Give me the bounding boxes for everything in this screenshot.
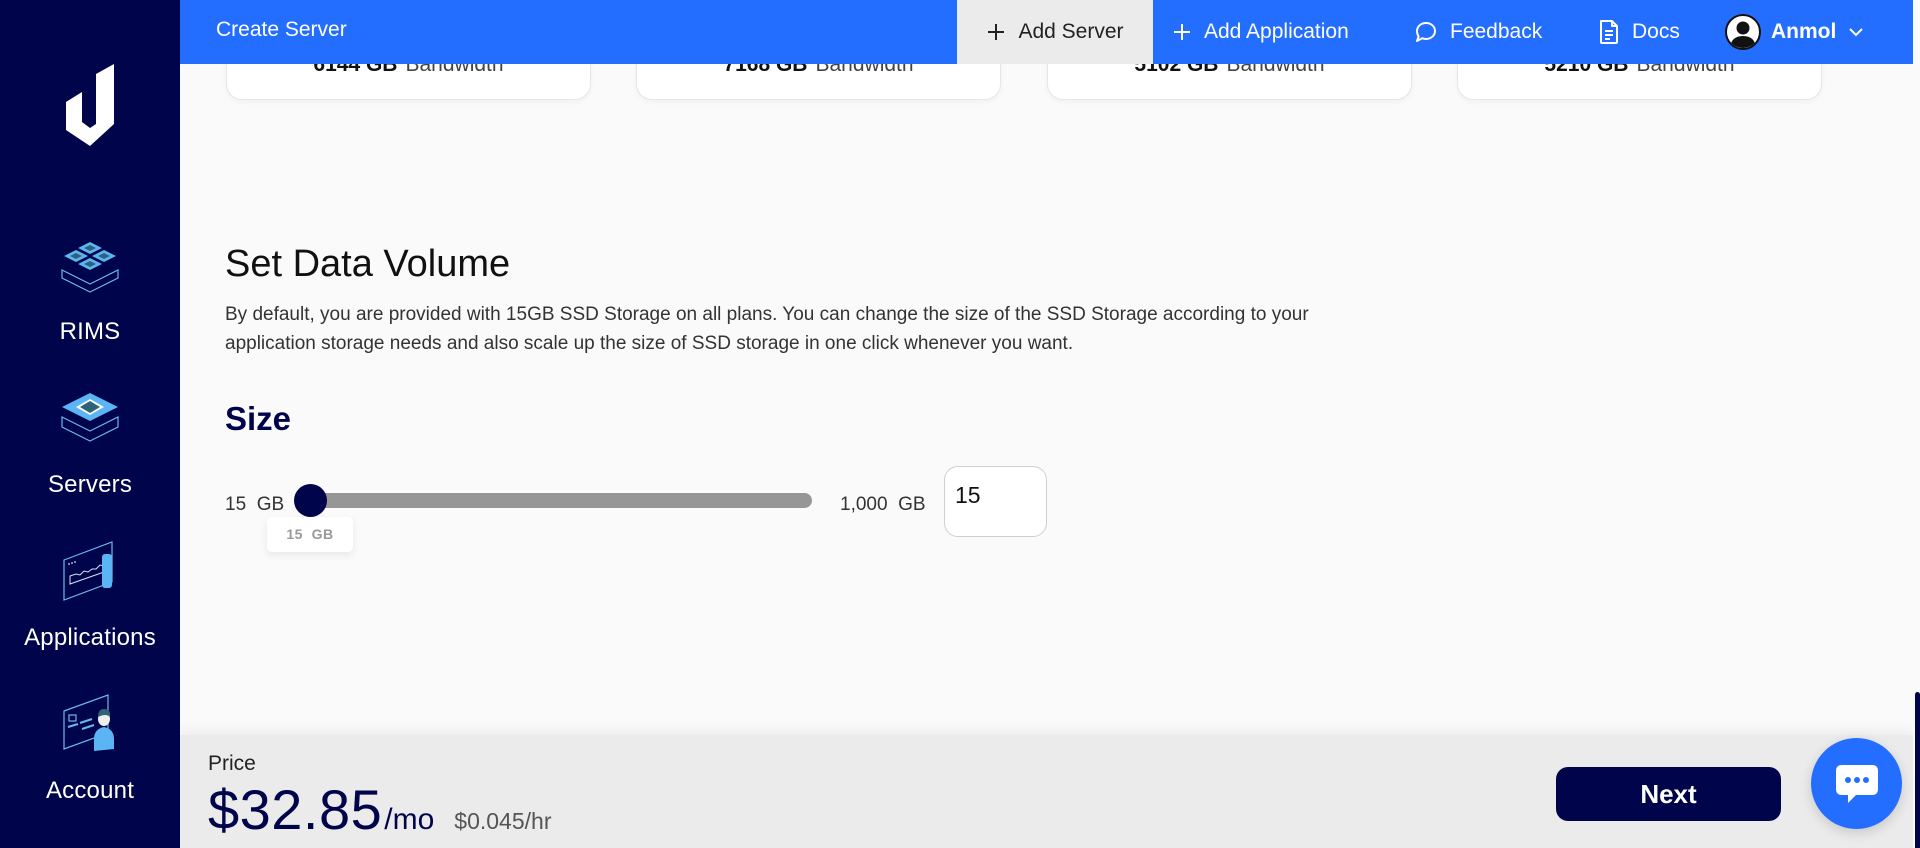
plus-icon xyxy=(988,24,1005,40)
sidebar: RIMS Servers Applications Account xyxy=(0,0,180,848)
price-hourly: $0.045/hr xyxy=(454,808,552,834)
sidebar-item-servers[interactable]: Servers xyxy=(0,387,180,499)
docs-button[interactable]: Docs xyxy=(1598,0,1680,64)
sidebar-item-label: Applications xyxy=(24,624,156,651)
slider-value-tooltip: 15 GB xyxy=(267,517,353,552)
add-server-button[interactable]: Add Server xyxy=(957,0,1153,64)
chat-icon xyxy=(1835,764,1878,803)
sidebar-item-label: Account xyxy=(45,777,135,804)
sidebar-item-label: RIMS xyxy=(59,318,121,345)
chevron-down-icon xyxy=(1849,28,1864,37)
app-root: 6144 GB Bandwidth 7168 GB Bandwidth 5102 G… xyxy=(0,0,1920,848)
applications-icon xyxy=(63,541,113,601)
feedback-label: Feedback xyxy=(1450,20,1543,43)
size-slider-track[interactable] xyxy=(298,493,812,508)
sidebar-item-label: Servers xyxy=(47,471,133,498)
range-min-label: 15 GB xyxy=(225,494,285,515)
price-bar: Price $32.85 /mo $0.045/hr Next xyxy=(180,735,1913,848)
price-label: Price xyxy=(208,752,256,775)
server-icon xyxy=(61,393,119,442)
price-unit: /mo xyxy=(384,803,435,836)
feedback-button[interactable]: Feedback xyxy=(1414,0,1542,64)
user-menu[interactable]: Anmol xyxy=(1725,0,1864,64)
d-logo-icon[interactable] xyxy=(62,64,118,146)
sidebar-item-account[interactable]: Account xyxy=(0,693,180,805)
sidebar-item-applications[interactable]: Applications xyxy=(0,540,180,652)
rims-grid-icon xyxy=(61,242,119,293)
add-server-label: Add Server xyxy=(1018,20,1124,43)
plus-icon xyxy=(1174,24,1190,40)
add-application-button[interactable]: Add Application xyxy=(1172,0,1349,64)
scrollbar-thumb[interactable] xyxy=(1915,692,1920,848)
page-title: Create Server xyxy=(216,18,347,41)
document-icon xyxy=(1600,20,1618,44)
price-monthly: $32.85 xyxy=(208,778,383,841)
range-max-label: 1,000 GB xyxy=(840,494,926,515)
docs-label: Docs xyxy=(1632,20,1680,43)
size-input[interactable] xyxy=(944,466,1047,537)
next-button[interactable]: Next xyxy=(1556,767,1781,821)
size-slider-thumb[interactable] xyxy=(293,484,327,517)
account-icon xyxy=(63,694,114,751)
section-description: By default, you are provided with 15GB S… xyxy=(225,304,1309,354)
page-scrollbar[interactable] xyxy=(1913,0,1920,848)
price-row: $32.85 /mo $0.045/hr xyxy=(208,777,552,842)
live-chat-button[interactable] xyxy=(1811,738,1902,829)
sidebar-item-rims[interactable]: RIMS xyxy=(0,234,180,346)
top-header: Create Server Add Server Add Application… xyxy=(180,0,1913,64)
chat-bubble-icon xyxy=(1416,22,1436,42)
user-name: Anmol xyxy=(1771,20,1837,43)
avatar xyxy=(1725,14,1761,50)
section-title: Set Data Volume xyxy=(225,243,511,285)
add-application-label: Add Application xyxy=(1204,20,1349,43)
size-heading: Size xyxy=(225,400,292,437)
